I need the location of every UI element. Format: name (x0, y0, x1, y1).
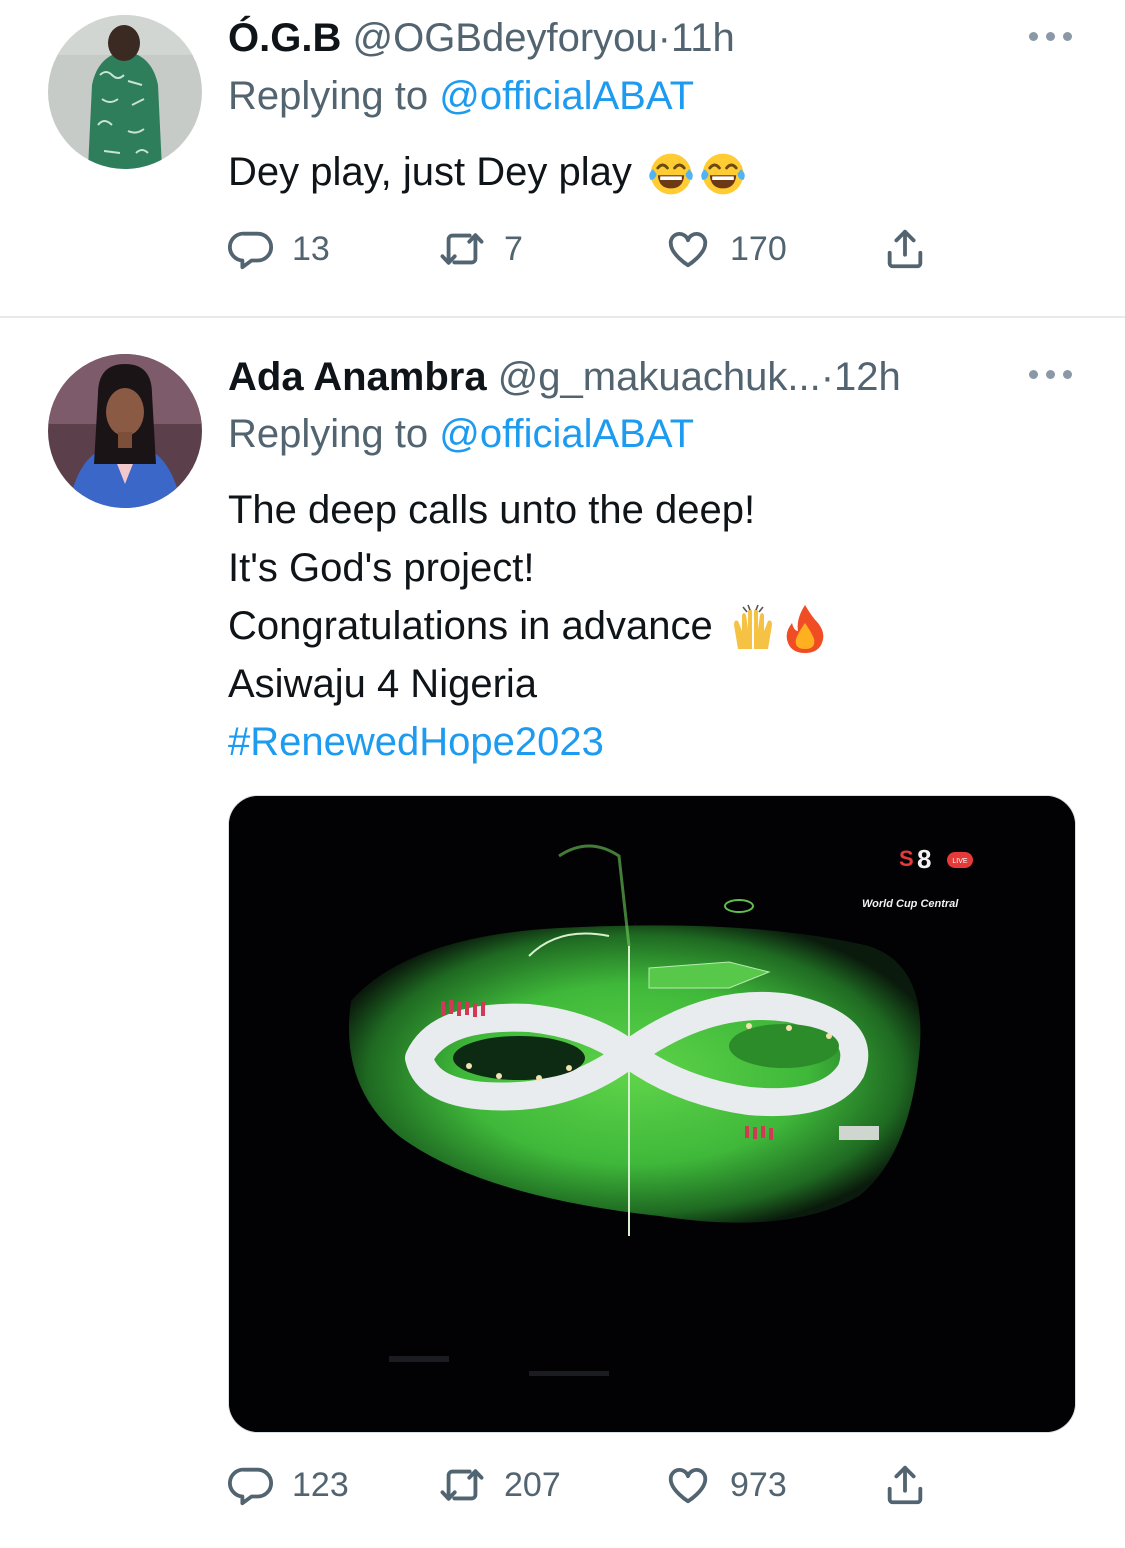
retweet-count: 7 (504, 229, 523, 268)
more-icon[interactable] (1029, 32, 1073, 44)
reply-icon (228, 226, 274, 272)
tweet-actions: 123 207 973 (228, 1460, 948, 1510)
tweet-media-image[interactable]: S 8 LIVE World Cup Central (228, 795, 1076, 1433)
retweet-icon (438, 1462, 486, 1508)
reply-button[interactable]: 13 (228, 224, 330, 274)
like-button[interactable]: 973 (664, 1460, 787, 1510)
broadcast-overlay-text: World Cup Central (862, 898, 959, 910)
handle[interactable]: @OGBdeyforyou (352, 16, 657, 60)
share-icon (882, 226, 928, 272)
tweet-header: Ada Anambra @g_makuachuk...·12h (228, 353, 995, 401)
share-icon (882, 1462, 928, 1508)
hashtag-link[interactable]: #RenewedHope2023 (228, 713, 828, 771)
tweet-header: Ó.G.B @OGBdeyforyou·11h (228, 14, 995, 62)
replying-to: Replying to @officialABAT (228, 410, 694, 458)
raising-hands-emoji-icon (733, 605, 772, 650)
handle[interactable]: @g_makuachuk... (498, 355, 821, 399)
tweet-actions: 13 7 170 (228, 224, 948, 274)
reply-mention-link[interactable]: @officialABAT (439, 412, 694, 456)
reply-mention-link[interactable]: @officialABAT (439, 74, 694, 118)
laughing-emoji-icon (647, 150, 695, 198)
display-name[interactable]: Ó.G.B (228, 16, 341, 60)
like-icon (664, 226, 712, 272)
tweet-text-line: It's God's project! (228, 546, 535, 590)
live-badge: LIVE (952, 858, 968, 865)
stadium-photo: S 8 LIVE World Cup Central (229, 796, 1075, 1432)
fire-emoji-icon (786, 605, 824, 654)
tweet-text: The deep calls unto the deep! It's God's… (228, 481, 828, 771)
replying-to-label: Replying to (228, 74, 440, 118)
more-icon[interactable] (1029, 370, 1073, 382)
like-count: 973 (730, 1465, 787, 1504)
avatar[interactable] (48, 354, 202, 508)
display-name[interactable]: Ada Anambra (228, 355, 487, 399)
tweet-text-line: Congratulations in advance (228, 604, 713, 648)
share-button[interactable] (882, 224, 928, 274)
retweet-icon (438, 226, 486, 272)
svg-text:S: S (899, 846, 914, 871)
replying-to: Replying to @officialABAT (228, 72, 694, 120)
timestamp[interactable]: 12h (834, 355, 901, 399)
like-button[interactable]: 170 (664, 224, 787, 274)
time-separator: · (657, 16, 671, 60)
tweet-text-line: The deep calls unto the deep! (228, 488, 756, 532)
time-separator: · (820, 355, 835, 399)
replying-to-label: Replying to (228, 412, 440, 456)
tweet-text: Dey play, just Dey play (228, 143, 747, 201)
retweet-count: 207 (504, 1465, 561, 1504)
retweet-button[interactable]: 207 (438, 1460, 561, 1510)
tweet-text-line: Asiwaju 4 Nigeria (228, 662, 538, 706)
reply-count: 123 (292, 1465, 349, 1504)
like-icon (664, 1462, 712, 1508)
svg-text:8: 8 (917, 844, 931, 874)
share-button[interactable] (882, 1460, 928, 1510)
tweet-1[interactable]: Ó.G.B @OGBdeyforyou·11h Replying to @off… (0, 0, 1125, 318)
like-count: 170 (730, 229, 787, 268)
tweet-text-line: Dey play, just Dey play (228, 150, 632, 194)
reply-icon (228, 1462, 274, 1508)
reply-count: 13 (292, 229, 330, 268)
laughing-emoji-icon (699, 150, 747, 198)
retweet-button[interactable]: 7 (438, 224, 523, 274)
reply-button[interactable]: 123 (228, 1460, 349, 1510)
avatar[interactable] (48, 15, 202, 169)
timestamp[interactable]: 11h (671, 16, 735, 60)
